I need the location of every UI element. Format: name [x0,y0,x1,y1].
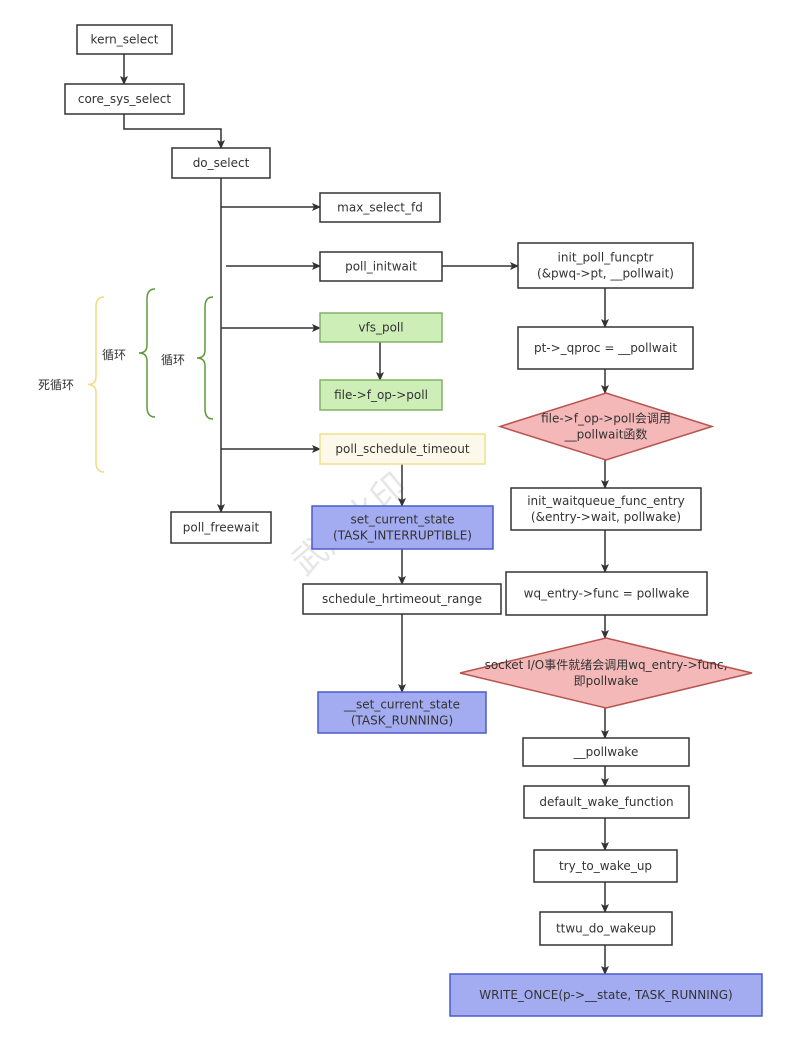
node-label: try_to_wake_up [559,859,652,873]
node-poll-freewait[interactable]: poll_freewait [170,511,272,544]
infinite-loop-label: 死循环 [38,378,74,392]
node-label: file->f_op->poll [334,388,428,402]
node-label: init_waitqueue_func_entry [527,494,685,508]
node-ttwu-do-wakeup[interactable]: ttwu_do_wakeup [539,911,673,946]
flow-arrow [123,114,225,149]
node-label: socket I/O事件就绪会调用wq_entry->func, [485,658,728,672]
decision-shape [497,392,715,461]
infinite-loop-brace [87,296,105,473]
node-label: (&pwq->pt, __pollwait) [537,267,674,281]
node-label: (TASK_INTERRUPTIBLE) [333,529,472,543]
node-label: vfs_poll [358,321,403,335]
node-poll-initwait[interactable]: poll_initwait [319,251,443,282]
node-label: set_current_state [350,513,454,527]
node-decision-pollwait[interactable]: file->f_op->poll会调用__pollwait函数 [497,392,715,461]
node-set-current-state[interactable]: __set_current_state (TASK_RUNNING) [317,691,487,734]
node-label: max_select_fd [337,201,423,215]
node-label: (&entry->wait, pollwake) [531,510,681,524]
node-label: file->f_op->poll会调用 [541,412,671,426]
node-label: __pollwake [573,745,639,759]
node-label: init_poll_funcptr [558,251,654,265]
node-default-wake-function[interactable]: default_wake_function [523,785,690,819]
node-pollwake[interactable]: __pollwake [522,737,690,767]
node-label: core_sys_select [78,92,172,106]
node-f-op-poll[interactable]: file->f_op->poll [319,379,443,411]
node-label: do_select [193,156,250,170]
node-vfs-poll[interactable]: vfs_poll [319,312,443,343]
node-kern-select[interactable]: kern_select [76,24,173,55]
node-label: default_wake_function [539,795,673,809]
node-init-poll-funcptr[interactable]: init_poll_funcptr (&pwq->pt, __pollwait) [517,242,694,289]
node-label: WRITE_ONCE(p->__state, TASK_RUNNING) [479,988,732,1002]
node-try-to-wake-up[interactable]: try_to_wake_up [533,849,678,883]
node-poll-schedule-timeout[interactable]: poll_schedule_timeout [319,433,486,465]
node-label: kern_select [91,33,159,47]
node-label: ttwu_do_wakeup [556,922,656,936]
node-label: __set_current_state [343,698,460,712]
node-set-current-state[interactable]: set_current_state (TASK_INTERRUPTIBLE) [311,505,494,550]
node-max-select-fd[interactable]: max_select_fd [319,192,441,223]
outer-loop-brace [138,288,156,418]
node-schedule-hrtimeout-range[interactable]: schedule_hrtimeout_range [302,583,502,615]
node-label: (TASK_RUNNING) [351,714,453,728]
inner-loop-label: 循环 [161,353,185,367]
node-label: 即pollwake [574,674,639,688]
inner-loop-brace [196,296,214,420]
node-write-once[interactable]: WRITE_ONCE(p->__state, TASK_RUNNING) [449,973,763,1017]
node-decision-pollwake[interactable]: socket I/O事件就绪会调用wq_entry->func, 即pollwak… [459,637,753,709]
flowchart: 武用水印 死循环循环循环 kern_selectcore_sys_selectd… [38,24,763,1017]
node-label: poll_initwait [345,260,417,274]
node-label: poll_schedule_timeout [335,442,469,456]
node-label: poll_freewait [183,521,260,535]
node-do-select[interactable]: do_select [171,147,271,179]
node-core-sys-select[interactable]: core_sys_select [64,83,185,115]
node-init-waitqueue-func-entry[interactable]: init_waitqueue_func_entry (&entry->wait, … [510,487,702,531]
node-wq-entry-func[interactable]: wq_entry->func = pollwake [505,571,708,616]
node-label: pt->_qproc = __pollwait [534,341,677,355]
node-label: schedule_hrtimeout_range [322,592,482,606]
node-label: __pollwait函数 [564,427,648,442]
node-pt-qproc[interactable]: pt->_qproc = __pollwait [517,326,694,370]
outer-loop-label: 循环 [102,348,126,362]
decision-shape [459,637,753,709]
node-label: wq_entry->func = pollwake [524,587,690,601]
